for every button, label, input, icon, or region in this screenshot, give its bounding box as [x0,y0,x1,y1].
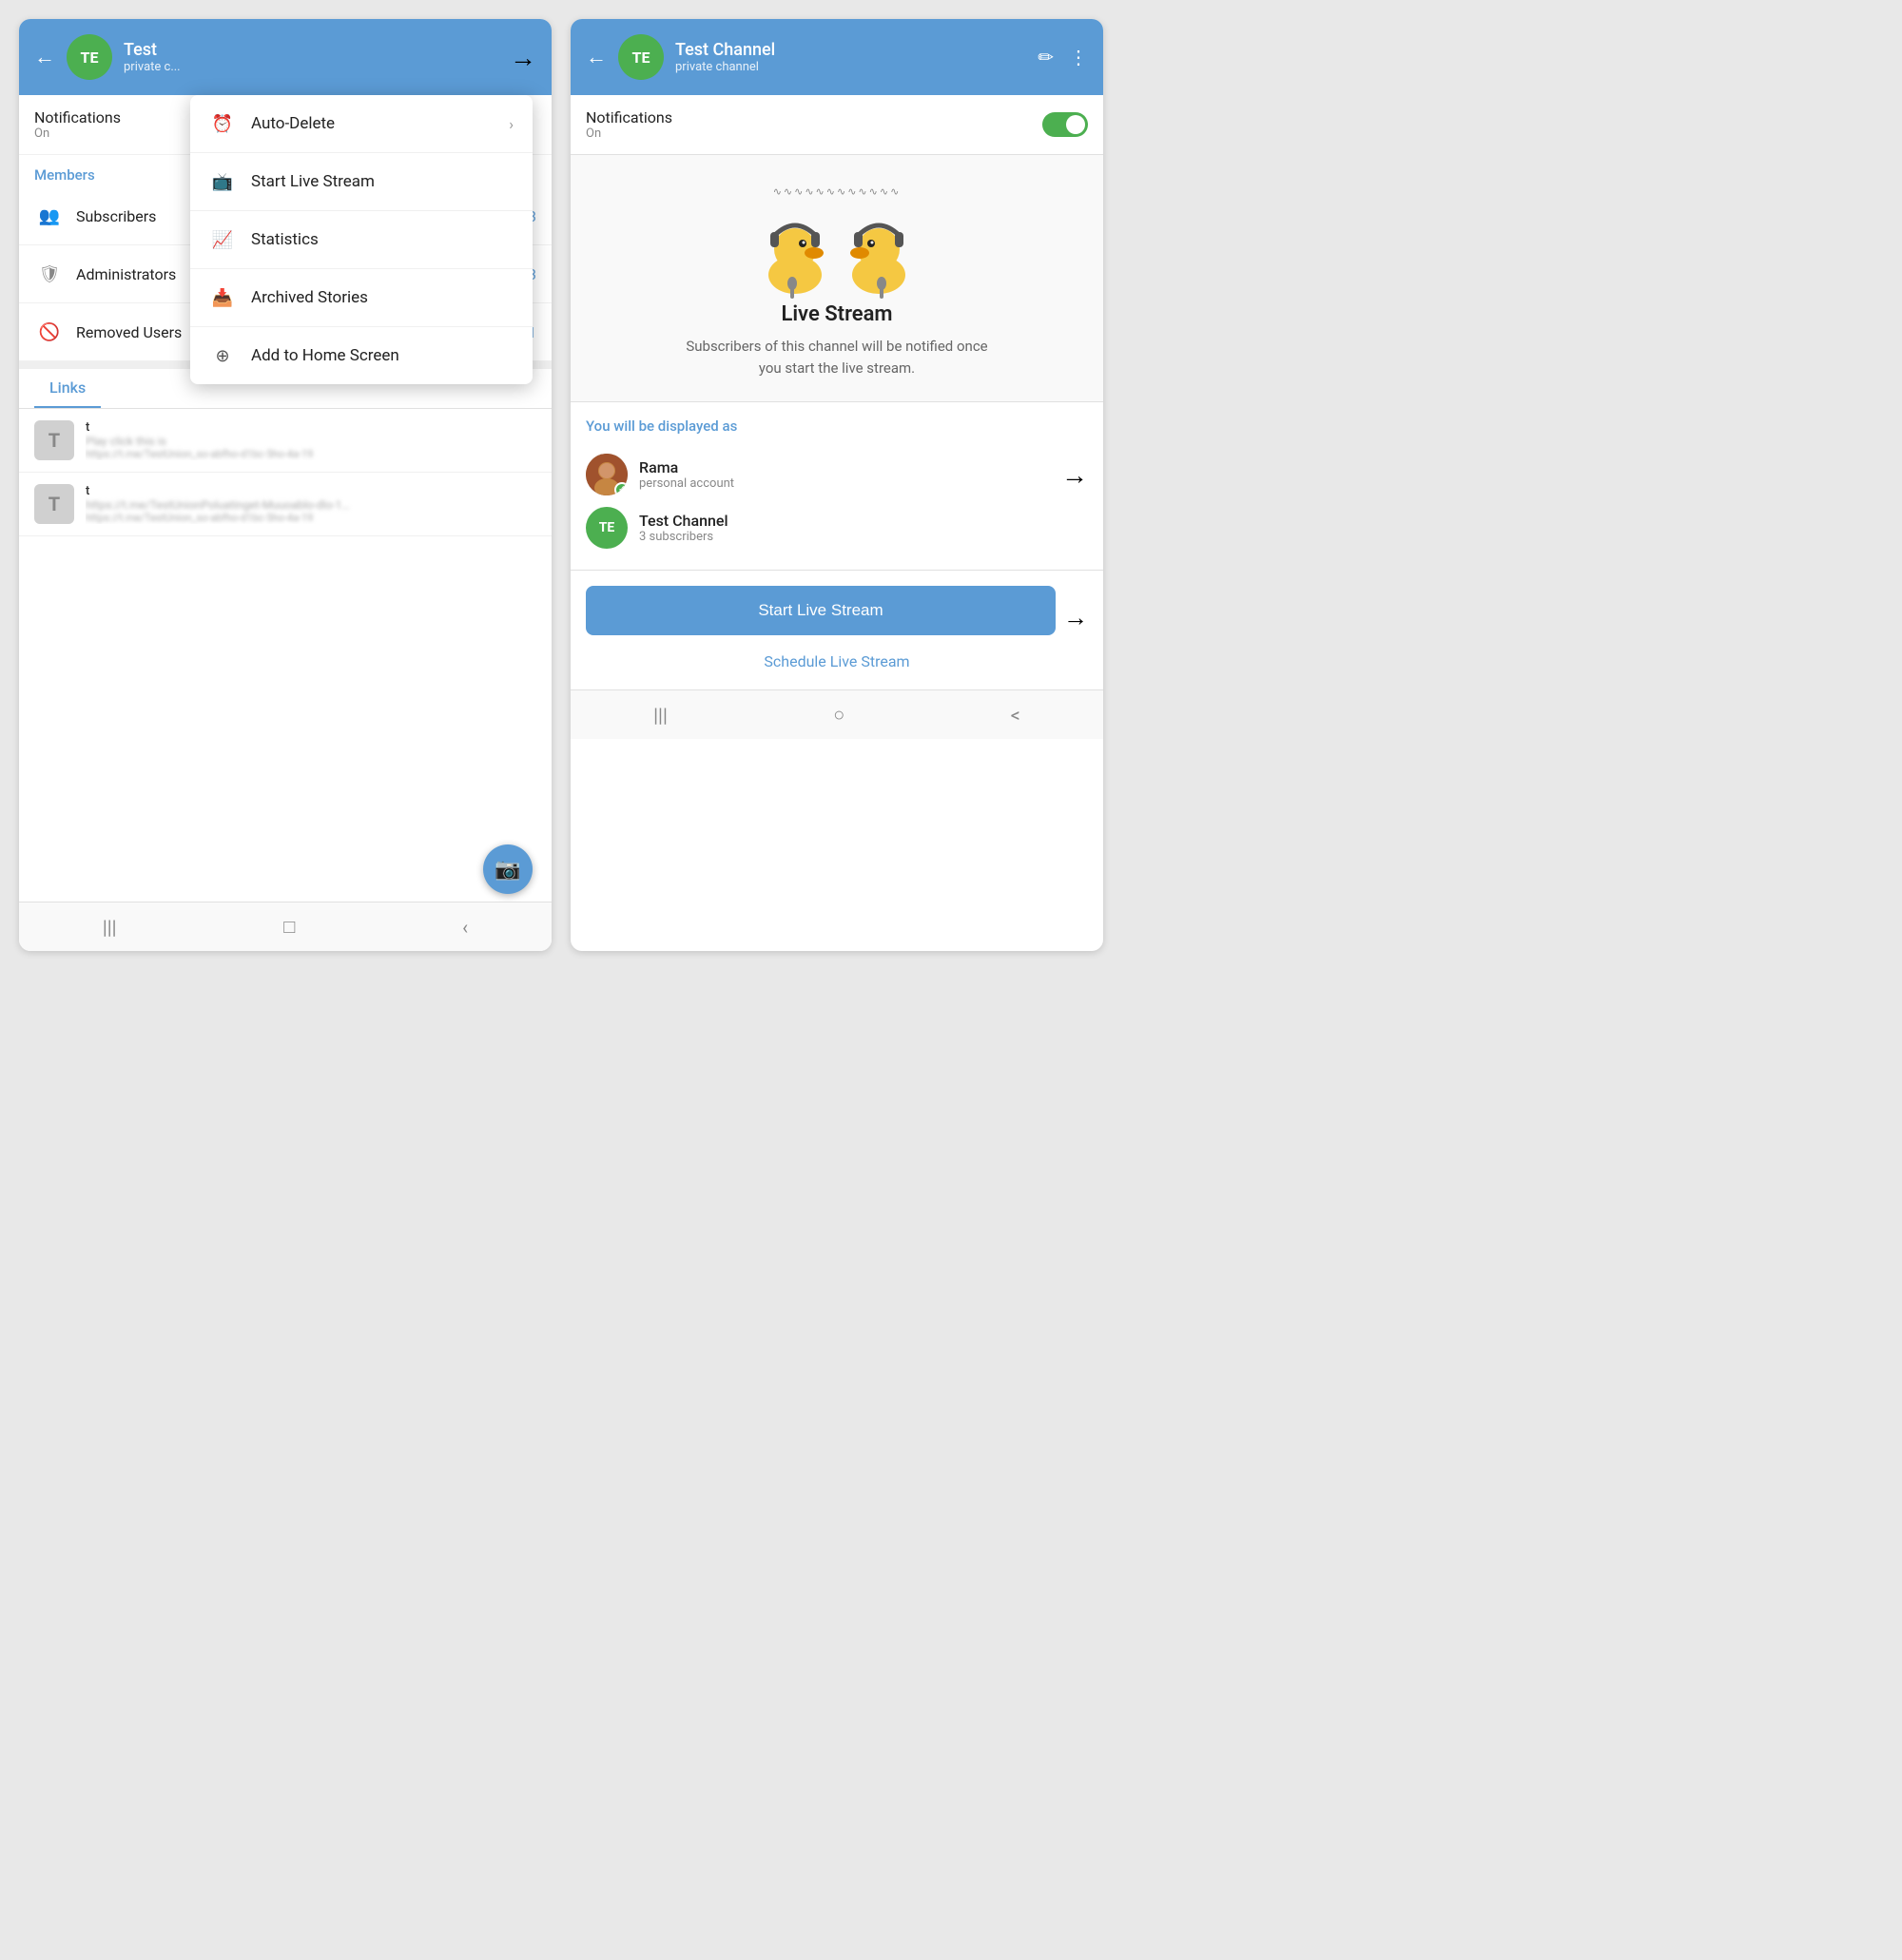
duck-left [757,204,833,302]
subscribers-icon: 👥 [34,201,65,231]
link-content-2: t https://t.me/TestUnionPoluatinget-Muuo… [86,484,536,524]
link-item-1[interactable]: T t Play click this is https://t.me/Test… [19,409,552,473]
nav-home[interactable]: ||| [103,916,117,939]
link-url-1: https://t.me/TestUnion_so-abfho-d1bc-5ho… [86,448,352,460]
right-notifications-value: On [586,126,1042,141]
right-channel-info: Test Channel private channel [675,40,1026,74]
link-thumb-2: T [34,484,74,524]
add-home-label: Add to Home Screen [251,346,514,365]
link-desc-2: https://t.me/TestUnionPoluatinget-Muuoab… [86,498,352,512]
right-header-actions: ✏ ⋮ [1038,46,1088,68]
dropdown-item-archived-stories[interactable]: 📥 Archived Stories [190,269,533,327]
live-stream-section: ∿∿∿∿∿∿∿∿∿∿∿∿ [571,155,1103,402]
links-tab[interactable]: Links [34,369,101,408]
right-nav-home[interactable]: ||| [653,704,668,727]
actions-section: Start Live Stream → Schedule Live Stream [571,571,1103,689]
channel-subtitle: private c... [124,60,498,74]
add-home-icon: ⊕ [209,342,236,369]
link-content-1: t Play click this is https://t.me/TestUn… [86,420,536,460]
channel-account-name: Test Channel [639,512,1088,530]
notifications-toggle[interactable] [1042,112,1088,137]
auto-delete-icon: ⏰ [209,110,236,137]
live-stream-icon: 📺 [209,168,236,195]
channel-account-row[interactable]: TE Test Channel 3 subscribers [586,501,1088,554]
start-live-stream-label: Start Live Stream [251,172,514,191]
toggle-knob [1066,115,1085,134]
dropdown-menu: ⏰ Auto-Delete › 📺 Start Live Stream 📈 St… [190,95,533,384]
right-channel-name: Test Channel [675,40,1026,60]
notifications-info: Notifications On [586,108,1042,141]
notifications-toggle-row: Notifications On [571,95,1103,155]
personal-type: personal account [639,476,1054,491]
dropdown-item-statistics[interactable]: 📈 Statistics [190,211,533,269]
avatar: TE [67,34,112,80]
personal-account-info: Rama personal account [639,458,1054,491]
right-notifications-label: Notifications [586,108,1042,126]
right-channel-subtitle: private channel [675,60,1026,74]
channel-avatar: TE [586,507,628,549]
right-phone: ← TE Test Channel private channel ✏ ⋮ No… [571,19,1103,951]
dropdown-item-auto-delete[interactable]: ⏰ Auto-Delete › [190,95,533,153]
start-btn-arrow: → [1063,603,1088,632]
duck-right [841,204,917,302]
statistics-icon: 📈 [209,226,236,253]
start-live-stream-label: Start Live Stream [758,601,883,620]
auto-delete-label: Auto-Delete [251,114,494,133]
right-nav-back[interactable]: < [1011,704,1020,727]
right-nav-circle[interactable]: ○ [833,703,844,727]
link-item-2[interactable]: T t https://t.me/TestUnionPoluatinget-Mu… [19,473,552,536]
link-url-2: https://t.me/TestUnion_so-abfho-d1bc-5ho… [86,512,352,524]
dropdown-item-add-to-home-screen[interactable]: ⊕ Add to Home Screen [190,327,533,384]
personal-name: Rama [639,458,1054,476]
schedule-live-stream-link[interactable]: Schedule Live Stream [586,649,1088,674]
channel-account-type: 3 subscribers [639,530,1088,544]
nav-square[interactable]: □ [283,915,295,939]
sound-waves: ∿∿∿∿∿∿∿∿∿∿∿∿ [773,185,902,198]
live-stream-title: Live Stream [781,302,892,326]
back-button[interactable]: ← [34,45,55,69]
more-icon[interactable]: ⋮ [1069,46,1088,68]
statistics-label: Statistics [251,230,514,249]
removed-users-icon: 🚫 [34,317,65,347]
archived-stories-icon: 📥 [209,284,236,311]
displayed-as-section: You will be displayed as ✓ [571,402,1103,571]
right-back-button[interactable]: ← [586,45,607,69]
link-thumb-1: T [34,420,74,460]
start-live-stream-button[interactable]: Start Live Stream [586,586,1056,635]
ducks-row [757,204,917,302]
camera-fab[interactable]: 📷 [483,844,533,894]
chevron-right-icon: › [509,115,514,133]
administrators-icon: 🛡 [34,259,65,289]
personal-avatar: ✓ [586,454,628,495]
right-avatar: TE [618,34,664,80]
duck-illustration: ∿∿∿∿∿∿∿∿∿∿∿∿ [757,185,917,302]
links-section: Links T t Play click this is https://t.m… [19,369,552,536]
displayed-as-title: You will be displayed as [586,417,1088,435]
channel-info: Test private c... [124,40,498,74]
dropdown-item-start-live-stream[interactable]: 📺 Start Live Stream [190,153,533,211]
link-title-2: t [86,484,536,498]
bottom-nav: ||| □ ‹ [19,902,552,951]
right-header: ← TE Test Channel private channel ✏ ⋮ [571,19,1103,95]
account-arrow: → [1061,459,1088,491]
link-desc-1: Play click this is [86,435,352,448]
verified-badge: ✓ [614,482,628,495]
live-stream-desc: Subscribers of this channel will be noti… [675,336,999,378]
channel-account-info: Test Channel 3 subscribers [639,512,1088,544]
camera-icon: 📷 [495,858,520,882]
archived-stories-label: Archived Stories [251,288,514,307]
edit-icon[interactable]: ✏ [1038,46,1054,68]
link-title-1: t [86,420,536,435]
annotation-arrow: → [510,42,536,73]
personal-account-row[interactable]: ✓ Rama personal account [586,448,1054,501]
left-header: ← TE Test private c... → [19,19,552,95]
right-bottom-nav: ||| ○ < [571,689,1103,739]
channel-name: Test [124,40,498,60]
nav-back[interactable]: ‹ [462,916,468,939]
